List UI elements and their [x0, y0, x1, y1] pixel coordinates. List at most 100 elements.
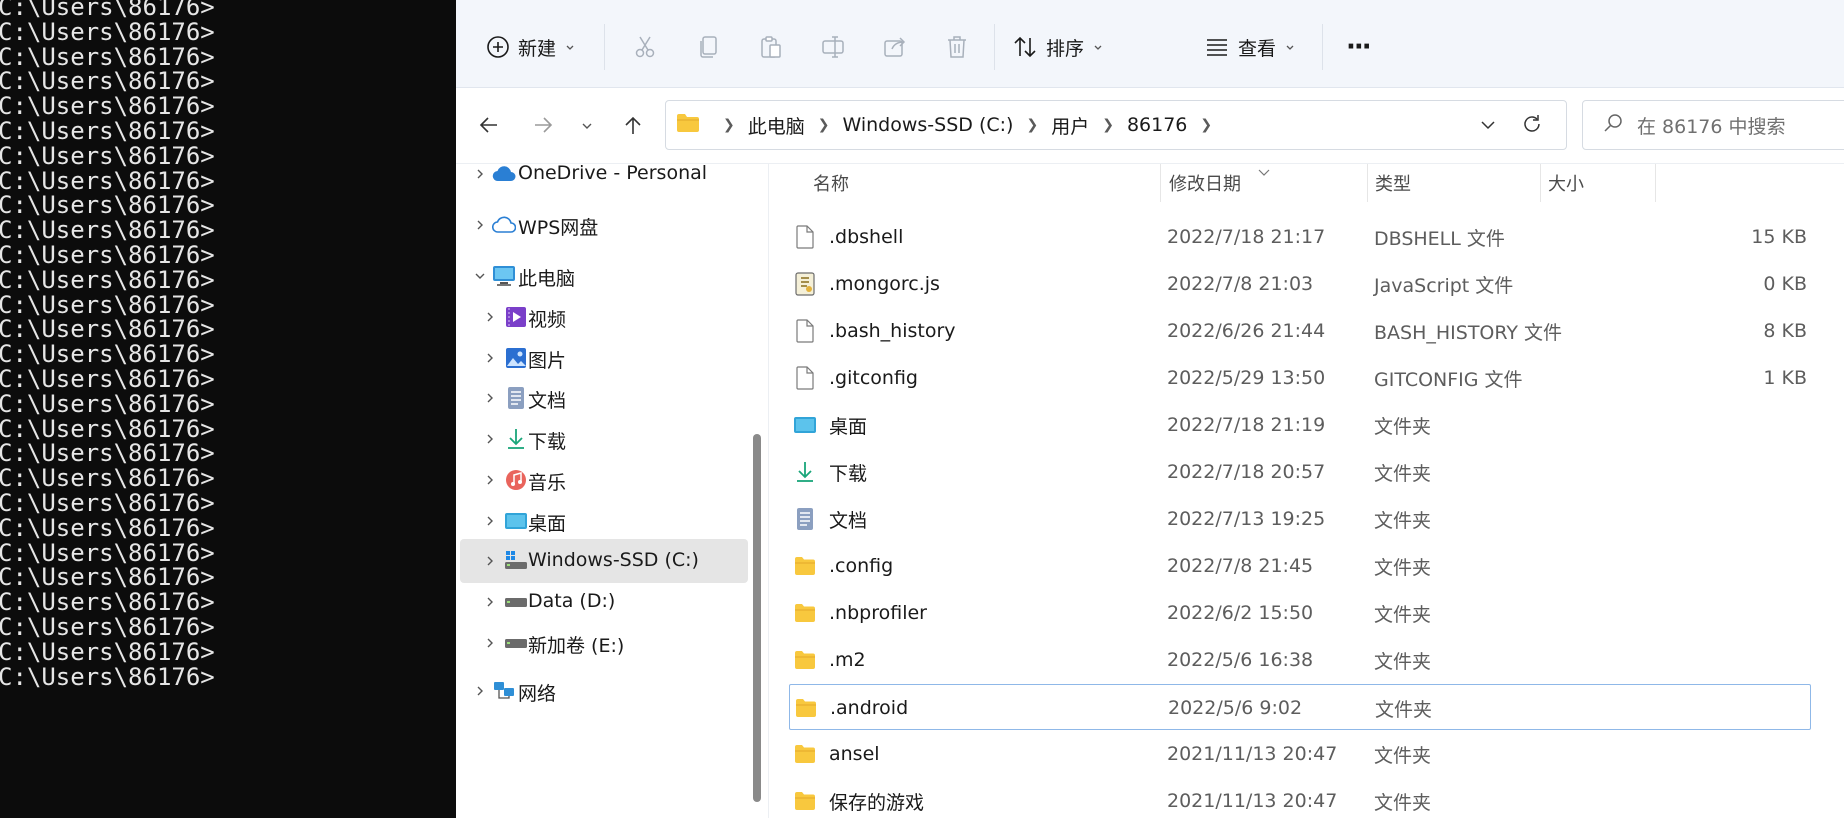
sidebar-item[interactable]: 音乐	[460, 458, 748, 502]
sidebar-item[interactable]: 文档	[460, 376, 748, 420]
search-box[interactable]: 在 86176 中搜索	[1582, 100, 1844, 150]
file-modified-date: 2022/7/13 19:25	[1167, 508, 1326, 530]
sidebar-item[interactable]: 网络	[460, 669, 748, 713]
breadcrumb-drive-c[interactable]: Windows-SSD (C:)	[842, 114, 1013, 136]
sidebar-item-label: 此电脑	[518, 268, 576, 290]
sidebar-item[interactable]: 视频	[460, 295, 748, 339]
sidebar-item[interactable]: Windows-SSD (C:)	[460, 539, 748, 583]
cloud-icon	[492, 164, 516, 186]
file-modified-date: 2022/7/8 21:45	[1167, 555, 1314, 577]
drive-icon	[504, 631, 528, 655]
file-type: DBSHELL 文件	[1374, 227, 1505, 250]
chevron-right-icon[interactable]	[472, 683, 488, 699]
sidebar-item[interactable]: 桌面	[460, 499, 748, 543]
up-button[interactable]	[616, 110, 650, 144]
share-button[interactable]	[882, 22, 908, 72]
sidebar-item-label: WPS网盘	[518, 217, 599, 239]
column-header-date[interactable]: 修改日期	[1169, 164, 1241, 202]
file-modified-date: 2022/5/6 9:02	[1168, 697, 1303, 719]
file-size: 8 KB	[1763, 320, 1807, 342]
file-row[interactable]: 文档 2022/7/13 19:25 文件夹	[789, 496, 1811, 542]
more-icon: ···	[1346, 32, 1372, 62]
file-name: 下载	[829, 462, 868, 485]
sidebar-item[interactable]: 新加卷 (E:)	[460, 621, 748, 665]
file-row[interactable]: 保存的游戏 2021/11/13 20:47 文件夹	[789, 778, 1811, 818]
command-bar: 新建 排序 查看 ···	[456, 0, 1844, 88]
breadcrumb-86176[interactable]: 86176	[1127, 114, 1187, 136]
trash-icon	[944, 34, 970, 60]
file-row[interactable]: .android 2022/5/6 9:02 文件夹	[789, 684, 1811, 730]
chevron-down-icon	[1092, 41, 1104, 53]
chevron-right-icon[interactable]	[482, 350, 498, 366]
rename-button[interactable]	[820, 22, 846, 72]
chevron-right-icon[interactable]	[472, 166, 488, 182]
file-row[interactable]: .config 2022/7/8 21:45 文件夹	[789, 543, 1811, 589]
column-divider[interactable]	[1655, 164, 1656, 202]
file-name: .nbprofiler	[829, 602, 927, 624]
file-row[interactable]: .m2 2022/5/6 16:38 文件夹	[789, 637, 1811, 683]
file-row[interactable]: .nbprofiler 2022/6/2 15:50 文件夹	[789, 590, 1811, 636]
more-options-button[interactable]: ···	[1346, 22, 1372, 72]
file-row[interactable]: 下载 2022/7/18 20:57 文件夹	[789, 449, 1811, 495]
column-header-name[interactable]: 名称	[813, 164, 849, 202]
chevron-right-icon[interactable]	[472, 217, 488, 233]
chevron-right-icon[interactable]	[482, 472, 498, 488]
delete-button[interactable]	[944, 22, 970, 72]
file-modified-date: 2022/6/2 15:50	[1167, 602, 1314, 624]
breadcrumb-this-pc[interactable]: 此电脑	[748, 112, 805, 139]
address-bar[interactable]: ❯ 此电脑 ❯ Windows-SSD (C:) ❯ 用户 ❯ 86176 ❯	[665, 100, 1567, 150]
sidebar-item-label: 文档	[528, 390, 567, 412]
column-divider[interactable]	[1160, 164, 1161, 202]
column-divider[interactable]	[1367, 164, 1368, 202]
chevron-right-icon[interactable]	[482, 553, 498, 569]
file-name: 保存的游戏	[829, 791, 925, 814]
chevron-right-icon[interactable]	[482, 390, 498, 406]
column-divider[interactable]	[1540, 164, 1541, 202]
scrollbar-thumb[interactable]	[753, 434, 761, 802]
sidebar-item-label: 音乐	[528, 472, 567, 494]
navigation-pane-scrollbar[interactable]	[748, 164, 768, 818]
file-row[interactable]: ansel 2021/11/13 20:47 文件夹	[789, 731, 1811, 777]
new-button-label: 新建	[518, 37, 557, 60]
sidebar-item-label: Data (D:)	[528, 590, 616, 612]
sort-button[interactable]: 排序	[1012, 22, 1104, 72]
forward-button[interactable]	[526, 110, 560, 144]
chevron-down-icon[interactable]	[472, 268, 488, 284]
back-button[interactable]	[472, 110, 506, 144]
script-icon	[793, 272, 817, 296]
file-row[interactable]: .mongorc.js 2022/7/8 21:03 JavaScript 文件 0 …	[789, 261, 1811, 307]
terminal-window[interactable]: C:\Users\86176> C:\Users\86176> C:\Users\8…	[0, 0, 456, 818]
view-button[interactable]: 查看	[1204, 22, 1296, 72]
column-header-type[interactable]: 类型	[1375, 164, 1411, 202]
file-modified-date: 2021/11/13 20:47	[1167, 790, 1338, 812]
address-history-dropdown-icon[interactable]	[1478, 115, 1498, 139]
sidebar-item[interactable]: WPS网盘	[460, 203, 748, 247]
chevron-right-icon[interactable]	[482, 594, 498, 610]
sidebar-item[interactable]: 下载	[460, 417, 748, 461]
file-row[interactable]: .bash_history 2022/6/26 21:44 BASH_HISTORY…	[789, 308, 1811, 354]
sidebar-item[interactable]: OneDrive - Personal	[460, 164, 748, 196]
recent-locations-button[interactable]	[570, 110, 604, 144]
chevron-right-icon[interactable]	[482, 513, 498, 529]
sidebar-item[interactable]: 此电脑	[460, 254, 748, 298]
file-row[interactable]: 桌面 2022/7/18 21:19 文件夹	[789, 402, 1811, 448]
sidebar-item[interactable]: Data (D:)	[460, 580, 748, 624]
column-header-size[interactable]: 大小	[1548, 164, 1584, 202]
file-size: 15 KB	[1751, 226, 1807, 248]
file-row[interactable]: .gitconfig 2022/5/29 13:50 GITCONFIG 文件 1 K…	[789, 355, 1811, 401]
file-type: 文件夹	[1374, 509, 1432, 532]
new-button[interactable]: 新建	[486, 22, 576, 72]
chevron-right-icon[interactable]	[482, 635, 498, 651]
file-row[interactable]: .dbshell 2022/7/18 21:17 DBSHELL 文件 15 KB	[789, 214, 1811, 260]
file-modified-date: 2022/7/18 21:17	[1167, 226, 1326, 248]
chevron-right-icon[interactable]	[482, 431, 498, 447]
sort-button-label: 排序	[1046, 37, 1085, 60]
copy-button[interactable]	[696, 22, 722, 72]
paste-button[interactable]	[758, 22, 784, 72]
breadcrumb-users[interactable]: 用户	[1051, 112, 1089, 139]
chevron-right-icon[interactable]	[482, 309, 498, 325]
cut-button[interactable]	[632, 22, 658, 72]
refresh-icon[interactable]	[1521, 113, 1543, 139]
sidebar-item[interactable]: 图片	[460, 336, 748, 380]
file-size: 1 KB	[1763, 367, 1807, 389]
